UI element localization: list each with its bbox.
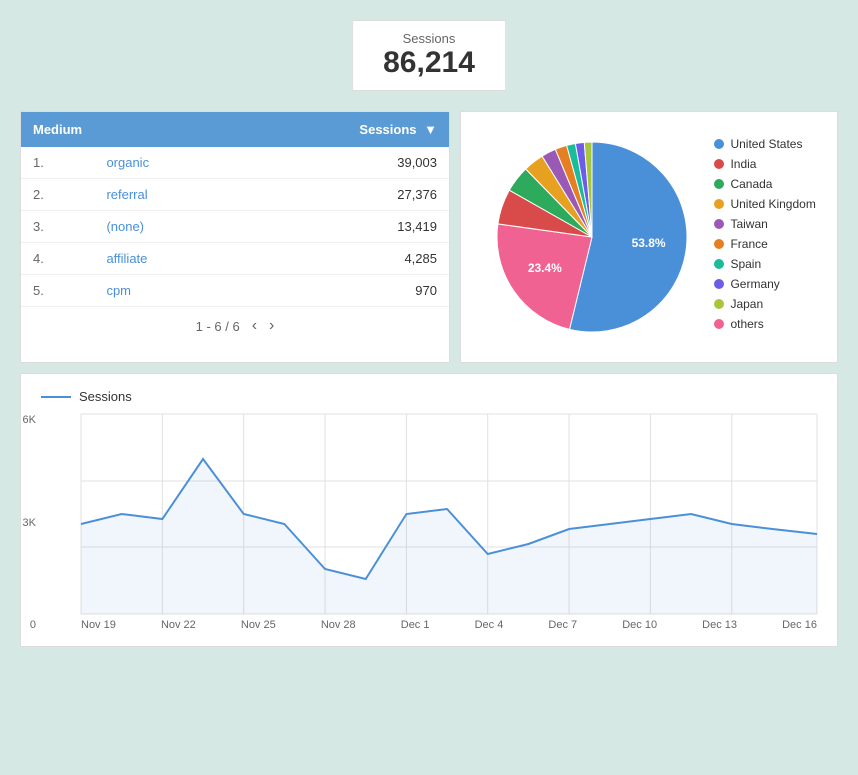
next-page-button[interactable]: ›: [269, 317, 274, 335]
x-axis-label: Nov 22: [161, 619, 196, 631]
row-rank: 4.: [21, 243, 94, 275]
line-chart-svg: [81, 414, 817, 614]
row-rank: 1.: [21, 147, 94, 179]
row-medium: (none): [94, 211, 234, 243]
line-fill: [81, 459, 817, 614]
y-label-0: 0: [1, 619, 36, 631]
legend-label: others: [730, 317, 763, 331]
medium-col-header: Medium: [21, 112, 235, 147]
svg-text:23.4%: 23.4%: [528, 261, 562, 275]
svg-text:53.8%: 53.8%: [632, 236, 666, 250]
sessions-col-header[interactable]: Sessions ▼: [235, 112, 449, 147]
legend-dot: [714, 279, 724, 289]
legend-label: Spain: [730, 257, 761, 271]
legend-label: United States: [730, 137, 802, 151]
legend-item: others: [714, 317, 815, 331]
legend-item: India: [714, 157, 815, 171]
row-rank: 2.: [21, 179, 94, 211]
x-axis-labels: Nov 19 Nov 22 Nov 25 Nov 28 Dec 1 Dec 4 Dec 7 D…: [81, 619, 817, 631]
pie-chart-section: 53.8% 23.4% United States India Canada Un…: [460, 111, 838, 363]
legend-item: Taiwan: [714, 217, 815, 231]
line-chart-wrapper: 6K 3K 0: [41, 414, 817, 631]
line-legend-color: [41, 396, 71, 398]
x-axis-label: Dec 16: [782, 619, 817, 631]
row-medium: referral: [94, 179, 234, 211]
y-axis-labels: 6K 3K 0: [1, 414, 36, 631]
table-row: 3. (none) 13,419: [21, 211, 449, 243]
row-sessions: 13,419: [235, 211, 449, 243]
chart-area: [81, 414, 817, 614]
data-table: Medium Sessions ▼ 1. organic 39,003 2. r…: [21, 112, 449, 307]
sessions-label: Sessions: [383, 31, 475, 46]
legend-item: Germany: [714, 277, 815, 291]
line-chart-label: Sessions: [79, 389, 132, 404]
pie-legend: United States India Canada United Kingdo…: [714, 127, 815, 331]
legend-item: Canada: [714, 177, 815, 191]
legend-item: United States: [714, 137, 815, 151]
x-axis-label: Dec 13: [702, 619, 737, 631]
table-row: 2. referral 27,376: [21, 179, 449, 211]
table-row: 1. organic 39,003: [21, 147, 449, 179]
sessions-header: Sessions 86,214: [352, 20, 506, 91]
legend-dot: [714, 299, 724, 309]
x-axis-label: Dec 7: [548, 619, 577, 631]
row-sessions: 4,285: [235, 243, 449, 275]
x-axis-label: Dec 1: [401, 619, 430, 631]
pagination-text: 1 - 6 / 6: [196, 319, 240, 334]
legend-dot: [714, 319, 724, 329]
row-medium: affiliate: [94, 243, 234, 275]
legend-item: France: [714, 237, 815, 251]
legend-label: France: [730, 237, 767, 251]
legend-dot: [714, 259, 724, 269]
row-rank: 3.: [21, 211, 94, 243]
legend-item: Japan: [714, 297, 815, 311]
row-sessions: 970: [235, 275, 449, 307]
table-row: 5. cpm 970: [21, 275, 449, 307]
table-pagination: 1 - 6 / 6 ‹ ›: [21, 307, 449, 345]
x-axis-label: Nov 19: [81, 619, 116, 631]
y-label-6k: 6K: [1, 414, 36, 426]
pie-chart: 53.8% 23.4%: [482, 127, 702, 347]
line-chart-title: Sessions: [41, 389, 817, 404]
legend-label: Taiwan: [730, 217, 767, 231]
row-rank: 5.: [21, 275, 94, 307]
line-chart-section: Sessions 6K 3K 0: [20, 373, 838, 647]
medium-table: Medium Sessions ▼ 1. organic 39,003 2. r…: [20, 111, 450, 363]
row-sessions: 39,003: [235, 147, 449, 179]
legend-label: Japan: [730, 297, 763, 311]
legend-dot: [714, 159, 724, 169]
legend-label: Canada: [730, 177, 772, 191]
x-axis-label: Nov 25: [241, 619, 276, 631]
sessions-value: 86,214: [383, 46, 475, 80]
pie-svg-accurate: 53.8% 23.4%: [482, 127, 702, 347]
legend-dot: [714, 199, 724, 209]
x-axis-label: Dec 10: [622, 619, 657, 631]
legend-label: India: [730, 157, 756, 171]
row-sessions: 27,376: [235, 179, 449, 211]
x-axis-label: Nov 28: [321, 619, 356, 631]
legend-label: United Kingdom: [730, 197, 815, 211]
row-medium: organic: [94, 147, 234, 179]
prev-page-button[interactable]: ‹: [252, 317, 257, 335]
row-medium: cpm: [94, 275, 234, 307]
legend-dot: [714, 139, 724, 149]
y-label-3k: 3K: [1, 517, 36, 529]
legend-dot: [714, 239, 724, 249]
legend-dot: [714, 219, 724, 229]
top-row: Medium Sessions ▼ 1. organic 39,003 2. r…: [20, 111, 838, 363]
legend-item: United Kingdom: [714, 197, 815, 211]
x-axis-label: Dec 4: [475, 619, 504, 631]
table-row: 4. affiliate 4,285: [21, 243, 449, 275]
legend-label: Germany: [730, 277, 779, 291]
legend-item: Spain: [714, 257, 815, 271]
legend-dot: [714, 179, 724, 189]
sort-arrow: ▼: [424, 122, 437, 137]
